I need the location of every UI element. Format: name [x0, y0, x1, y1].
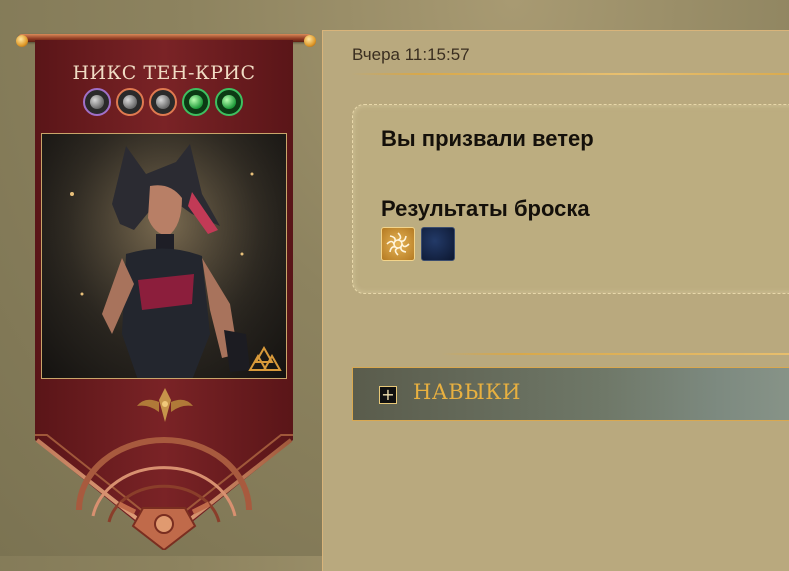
expand-toggle[interactable]: +: [379, 386, 397, 404]
hero-banner: НИКС ТЕН-КРИС: [16, 30, 316, 556]
banner-cloth: НИКС ТЕН-КРИС: [35, 40, 293, 552]
hero-orbs: [83, 88, 243, 116]
wind-orb-icon[interactable]: [83, 88, 111, 116]
hero-name: НИКС ТЕН-КРИС: [72, 62, 256, 84]
divider: [351, 73, 789, 75]
wind-orb-icon[interactable]: [116, 88, 144, 116]
chat-panel: Вчера 11:15:57 Вы призвали ветер Результ…: [322, 30, 789, 571]
message-timestamp: Вчера 11:15:57: [352, 45, 470, 64]
nature-orb-icon[interactable]: [182, 88, 210, 116]
blank-die-icon[interactable]: [421, 227, 455, 261]
divider: [441, 353, 789, 355]
dice-results: [381, 227, 455, 261]
banner-crest-icon: [35, 420, 293, 555]
nature-orb-icon[interactable]: [215, 88, 243, 116]
skills-label[interactable]: НАВЫКИ: [413, 380, 521, 404]
roll-results-label: Результаты броска: [381, 196, 590, 221]
skills-section-header[interactable]: + НАВЫКИ: [352, 367, 789, 421]
roll-result-card: Вы призвали ветер Результаты броска: [352, 104, 789, 294]
roll-title: Вы призвали ветер: [381, 126, 594, 151]
wind-rune-die-icon[interactable]: [381, 227, 415, 261]
wind-orb-icon[interactable]: [149, 88, 177, 116]
hero-portrait[interactable]: [41, 133, 287, 379]
